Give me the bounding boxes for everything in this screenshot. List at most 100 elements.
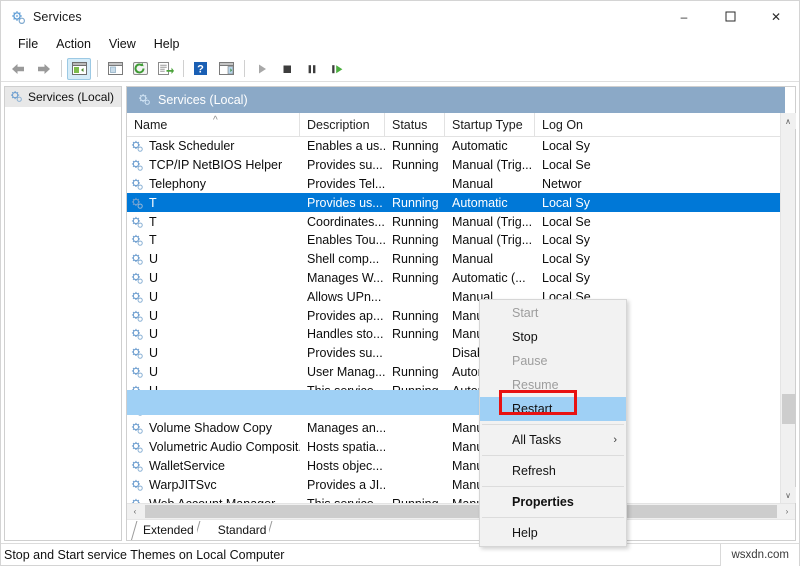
export-list-icon[interactable] [153, 58, 177, 80]
table-row[interactable]: Volume Shadow CopyManages an...ManualLoc… [127, 419, 795, 438]
cell-log-on-as: Local Se [535, 158, 795, 172]
start-service-icon[interactable] [250, 58, 274, 80]
scroll-left-button[interactable]: ‹ [127, 504, 143, 519]
service-name-label: WalletService [149, 459, 225, 473]
table-row[interactable]: WarpJITSvcProvides a JI...Manual (Trig..… [127, 475, 795, 494]
column-header-description-label: Description [307, 118, 370, 132]
column-header-name[interactable]: Name ^ [127, 113, 300, 136]
cell-name: Telephony [127, 177, 300, 191]
toolbar-separator [183, 60, 184, 77]
vertical-scrollbar[interactable]: ∧ ∨ [780, 113, 795, 503]
table-row[interactable]: Volumetric Audio Composit...Hosts spatia… [127, 438, 795, 457]
service-name-label: U [149, 290, 158, 304]
stop-service-icon[interactable] [275, 58, 299, 80]
context-menu-item-help[interactable]: Help [480, 521, 626, 545]
show-action-pane-icon[interactable] [214, 58, 238, 80]
table-row[interactable]: TEnables Tou...RunningManual (Trig...Loc… [127, 231, 795, 250]
menu-view[interactable]: View [100, 34, 145, 54]
column-header-startup-type[interactable]: Startup Type [445, 113, 535, 136]
vertical-scroll-thumb[interactable] [782, 394, 795, 424]
table-row[interactable]: UUser Manag...RunningAutomatic (T...Loca… [127, 363, 795, 382]
refresh-icon[interactable] [128, 58, 152, 80]
window-controls: – ✕ [661, 1, 799, 32]
table-row[interactable]: UHandles sto...RunningManualLocal Sy [127, 325, 795, 344]
horizontal-scroll-track[interactable] [143, 504, 779, 519]
service-gear-icon [130, 309, 144, 323]
cell-status: Running [385, 233, 445, 247]
table-row[interactable]: TCP/IP NetBIOS HelperProvides su...Runni… [127, 156, 795, 175]
table-row[interactable]: WalletServiceHosts objec...ManualLocal S… [127, 457, 795, 476]
tree-item-services-local[interactable]: Services (Local) [5, 87, 121, 107]
details-pane-tab[interactable]: Services (Local) [127, 87, 795, 113]
cell-log-on-as: Local Sy [535, 196, 795, 210]
cell-startup-type: Manual (Trig... [445, 215, 535, 229]
forward-icon[interactable] [31, 58, 55, 80]
table-row[interactable]: Task SchedulerEnables a us...RunningAuto… [127, 137, 795, 156]
tab-edge-right [269, 521, 278, 540]
context-menu-item-label: Start [512, 306, 538, 320]
column-header-status[interactable]: Status [385, 113, 445, 136]
cell-description: Hosts spatia... [300, 440, 385, 454]
services-gear-icon [10, 9, 26, 25]
minimize-button[interactable]: – [661, 1, 707, 32]
help-icon[interactable]: ? [189, 58, 213, 80]
service-gear-icon [130, 252, 144, 266]
back-icon[interactable] [6, 58, 30, 80]
scroll-right-button[interactable]: › [779, 504, 795, 519]
service-gear-icon [130, 290, 144, 304]
properties-icon[interactable] [103, 58, 127, 80]
cell-startup-type: Manual (Trig... [445, 233, 535, 247]
cell-description: Hosts objec... [300, 459, 385, 473]
context-menu-item-all-tasks[interactable]: All Tasks› [480, 428, 626, 452]
table-row[interactable]: UProvides ap...RunningManualLocal Sy [127, 306, 795, 325]
cell-log-on-as: Local Se [535, 215, 795, 229]
service-gear-icon [130, 421, 144, 435]
service-gear-icon [130, 158, 144, 172]
menu-action[interactable]: Action [47, 34, 100, 54]
maximize-button[interactable] [707, 1, 753, 32]
tab-extended[interactable]: Extended [131, 521, 206, 540]
column-headers: Name ^ Description Status Startup Type L… [127, 113, 795, 137]
menu-help[interactable]: Help [145, 34, 189, 54]
restart-service-icon[interactable] [325, 58, 349, 80]
scroll-down-button[interactable]: ∨ [781, 487, 796, 503]
menu-file[interactable]: File [9, 34, 47, 54]
table-row[interactable]: UShell comp...RunningManualLocal Sy [127, 250, 795, 269]
horizontal-scroll-thumb[interactable] [145, 505, 777, 518]
service-name-label: T [149, 233, 157, 247]
toolbar: ? [1, 56, 799, 82]
table-row[interactable]: TCoordinates...RunningManual (Trig...Loc… [127, 212, 795, 231]
table-row[interactable]: TelephonyProvides Tel...ManualNetwor [127, 175, 795, 194]
pause-service-icon[interactable] [300, 58, 324, 80]
context-menu-separator [482, 486, 624, 487]
context-menu-item-refresh[interactable]: Refresh [480, 459, 626, 483]
service-gear-icon [130, 365, 144, 379]
tab-edge-right [197, 521, 206, 540]
table-row[interactable]: UAllows UPn...ManualLocal Se [127, 287, 795, 306]
tree-item-label: Services (Local) [28, 90, 114, 104]
table-row[interactable]: UManages W...RunningAutomatic (...Local … [127, 269, 795, 288]
context-menu-item-properties[interactable]: Properties [480, 490, 626, 514]
service-gear-icon [130, 177, 144, 191]
show-hide-console-tree-icon[interactable] [67, 58, 91, 80]
context-menu-item-restart[interactable]: Restart [480, 397, 626, 421]
cell-description: User Manag... [300, 365, 385, 379]
scroll-up-button[interactable]: ∧ [781, 113, 796, 129]
service-gear-icon [130, 327, 144, 341]
column-header-description[interactable]: Description [300, 113, 385, 136]
column-header-log-on-as[interactable]: Log On [535, 113, 795, 136]
service-name-label: U [149, 309, 158, 323]
close-button[interactable]: ✕ [753, 1, 799, 32]
horizontal-scrollbar[interactable]: ‹ › [127, 503, 795, 519]
cell-description: Manages W... [300, 271, 385, 285]
service-name-label: WarpJITSvc [149, 478, 217, 492]
column-header-log-on-as-label: Log On [542, 118, 583, 132]
cell-description: Handles sto... [300, 327, 385, 341]
table-row[interactable]: UProvides su...DisabledLocal Sy [127, 344, 795, 363]
cell-name: WalletService [127, 459, 300, 473]
context-menu-item-stop[interactable]: Stop [480, 325, 626, 349]
tab-standard[interactable]: Standard [206, 521, 279, 540]
cell-name: T [127, 233, 300, 247]
table-row[interactable]: TProvides us...RunningAutomaticLocal Sy [127, 193, 795, 212]
vertical-scroll-track[interactable] [781, 129, 796, 487]
